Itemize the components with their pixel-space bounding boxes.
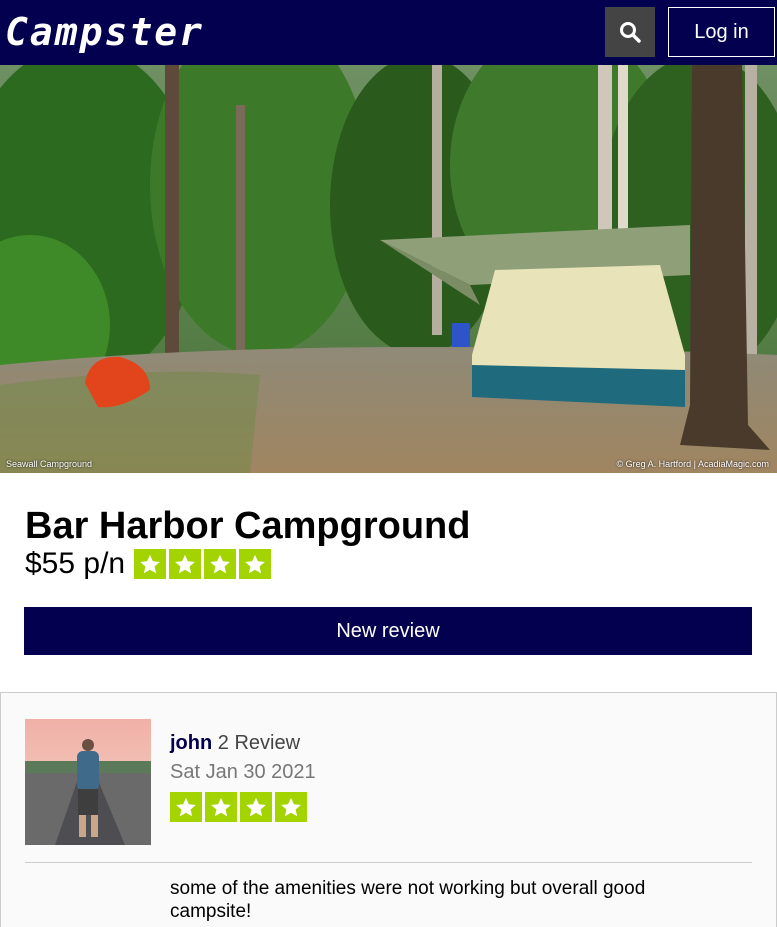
- campsite-photo: [0, 65, 777, 473]
- price-rating-row: $55 p/n: [25, 547, 272, 580]
- photo-caption: Seawall Campground: [6, 459, 93, 469]
- star-icon: [240, 792, 272, 822]
- star-icon: [134, 549, 167, 579]
- review-meta: john 2 Review Sat Jan 30 2021: [170, 731, 316, 784]
- review-card: john 2 Review Sat Jan 30 2021 some of th…: [0, 692, 777, 927]
- review-author-line: john 2 Review: [170, 731, 316, 755]
- photo-credit: © Greg A. Hartford | AcadiaMagic.com: [616, 459, 769, 469]
- new-review-button[interactable]: New review: [24, 607, 752, 655]
- star-icon: [170, 792, 202, 822]
- star-icon: [204, 549, 237, 579]
- campground-rating: [134, 549, 272, 579]
- login-button[interactable]: Log in: [668, 7, 775, 57]
- logo[interactable]: Campster: [5, 9, 204, 55]
- star-icon: [205, 792, 237, 822]
- review-rating: [170, 792, 307, 822]
- search-button[interactable]: [605, 7, 655, 57]
- review-count: 2 Review: [217, 732, 301, 754]
- hero-image: Seawall Campground © Greg A. Hartford | …: [0, 65, 777, 473]
- review-username[interactable]: john: [170, 732, 212, 754]
- star-icon: [169, 549, 202, 579]
- star-icon: [275, 792, 307, 822]
- review-divider: [25, 862, 752, 863]
- top-bar: Campster Log in: [0, 0, 777, 65]
- price: $55 p/n: [25, 547, 126, 580]
- review-text: some of the amenities were not working b…: [170, 878, 646, 922]
- star-icon: [239, 549, 272, 579]
- avatar: [25, 719, 151, 845]
- campground-title: Bar Harbor Campground: [25, 505, 471, 547]
- review-date: Sat Jan 30 2021: [170, 761, 316, 783]
- search-icon: [620, 22, 641, 43]
